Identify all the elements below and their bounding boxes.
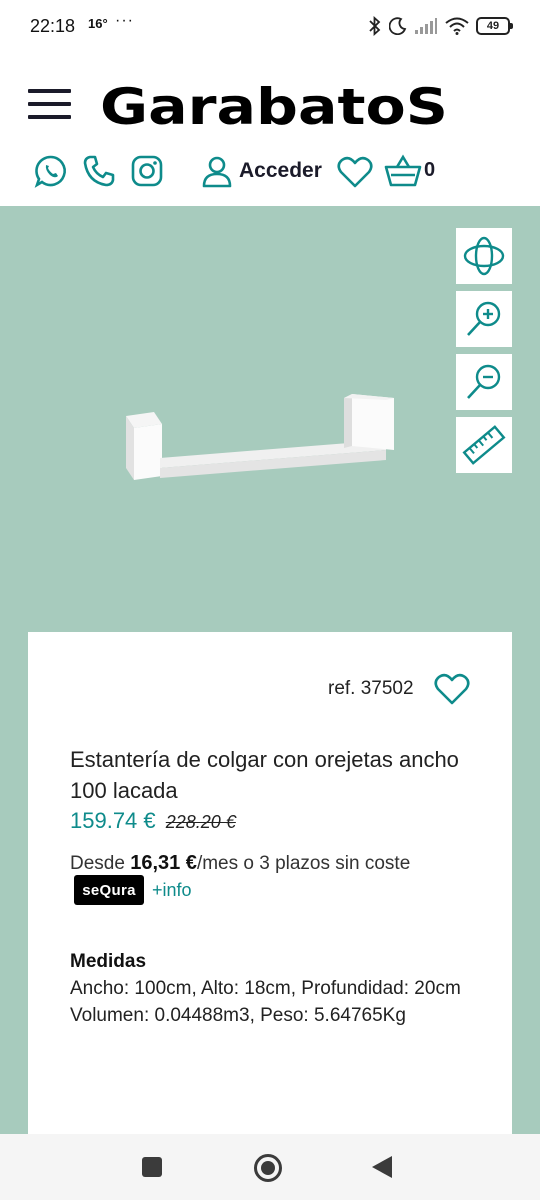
finance-prefix: Desde <box>70 853 131 874</box>
system-nav-bar <box>0 1134 540 1200</box>
status-bar: 22:18 16° ··· 49 <box>0 0 540 52</box>
sequra-logo: seQura <box>74 875 144 905</box>
product-reference: ref. 37502 <box>328 678 414 699</box>
battery-indicator: 49 <box>476 17 513 35</box>
zoom-in-icon <box>467 301 501 336</box>
status-temperature: 16° <box>88 16 108 31</box>
finance-suffix: /mes o 3 plazos sin coste <box>196 853 411 874</box>
phone-icon[interactable] <box>82 154 116 188</box>
heart-icon[interactable] <box>337 154 373 190</box>
do-not-disturb-icon <box>389 17 407 35</box>
measures-heading: Medidas <box>70 951 147 972</box>
ruler-icon <box>462 425 506 465</box>
rotate-360-button[interactable] <box>456 228 512 284</box>
rotate-360-icon <box>463 236 505 276</box>
status-icons: 49 <box>368 14 513 38</box>
zoom-out-button[interactable] <box>456 354 512 410</box>
zoom-out-icon <box>467 364 501 399</box>
status-time: 22:18 <box>30 16 76 36</box>
site-header: GarabatoS Acceder 0 <box>0 52 540 206</box>
whatsapp-icon[interactable] <box>34 154 68 188</box>
product-title: Estantería de colgar con orejetas ancho … <box>70 747 459 803</box>
product-viewer[interactable]: ref. 37502 Estantería de colgar con orej… <box>0 206 540 1134</box>
add-to-favorites-icon[interactable] <box>434 672 470 706</box>
product-old-price: 228.20 € <box>165 812 236 832</box>
back-button[interactable] <box>372 1156 392 1178</box>
signal-icon <box>415 18 437 34</box>
product-image <box>126 394 394 480</box>
login-link[interactable]: Acceder <box>239 159 322 183</box>
product-price: 159.74 € <box>70 808 156 833</box>
user-icon[interactable] <box>200 154 234 188</box>
instagram-icon[interactable] <box>130 154 164 188</box>
menu-icon[interactable] <box>28 86 72 122</box>
measures-dimensions: Ancho: 100cm, Alto: 18cm, Profundidad: 2… <box>70 978 461 999</box>
basket-icon[interactable] <box>384 154 422 188</box>
bluetooth-icon <box>369 16 381 36</box>
sequra-row: seQura +info <box>74 874 192 906</box>
cart-count: 0 <box>424 159 436 181</box>
measure-button[interactable] <box>456 417 512 473</box>
more-info-link[interactable]: +info <box>152 880 192 901</box>
measures-section: Medidas Ancho: 100cm, Alto: 18cm, Profun… <box>70 948 490 1029</box>
garabatos-logo[interactable]: GarabatoS <box>98 74 450 134</box>
financing-text: Desde 16,31 €/mes o 3 plazos sin coste <box>70 852 410 875</box>
svg-text:GarabatoS: GarabatoS <box>100 78 448 134</box>
home-button[interactable] <box>254 1154 282 1182</box>
status-overflow: ··· <box>115 12 134 29</box>
price-row: 159.74 € 228.20 € <box>70 808 236 834</box>
header-actions: Acceder 0 <box>0 150 540 194</box>
finance-amount: 16,31 € <box>130 852 197 874</box>
product-info-card: ref. 37502 Estantería de colgar con orej… <box>28 632 512 1134</box>
zoom-in-button[interactable] <box>456 291 512 347</box>
recents-button[interactable] <box>142 1157 162 1177</box>
measures-volume: Volumen: 0.04488m3, Peso: 5.64765Kg <box>70 1005 406 1026</box>
wifi-icon <box>445 17 469 35</box>
